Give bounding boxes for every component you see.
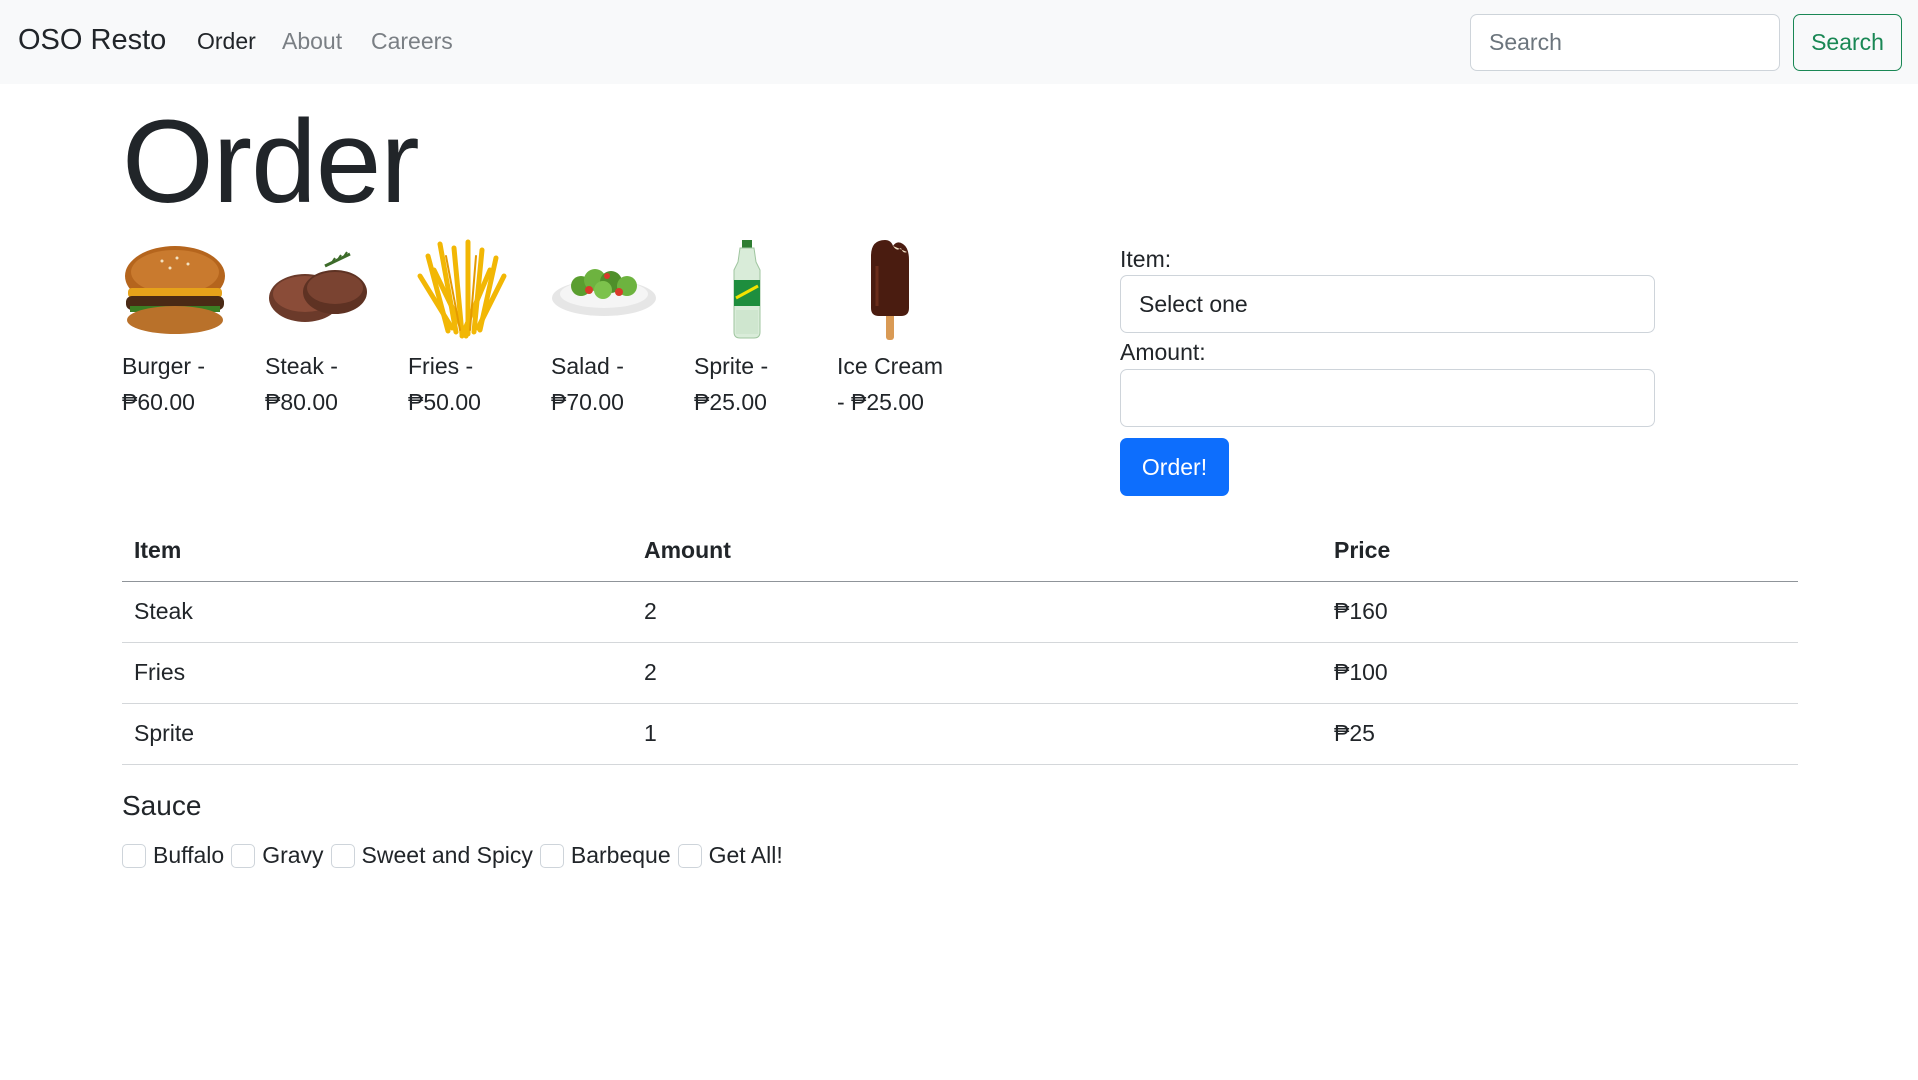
nav-link-order[interactable]: Order: [197, 28, 256, 55]
menu-item-burger: Burger - ₱60.00: [122, 236, 242, 420]
column-header-item: Item: [122, 520, 632, 582]
sauce-option-label: Sweet and Spicy: [361, 842, 533, 868]
column-header-price: Price: [1322, 520, 1798, 582]
menu-item-steak: Steak - ₱80.00: [265, 236, 385, 420]
cell-price: ₱100: [1322, 642, 1798, 704]
menu-item-price: ₱25.00: [694, 389, 767, 415]
sauce-heading: Sauce: [122, 790, 202, 821]
menu-item-price: ₱50.00: [408, 389, 481, 415]
sweet-and-spicy-checkbox[interactable]: [330, 843, 355, 868]
cell-item: Fries: [122, 642, 632, 704]
item-select[interactable]: Select one: [1120, 275, 1655, 333]
ice-cream-image: [871, 240, 909, 340]
table-header-row: Item Amount Price: [122, 520, 1798, 582]
table-row: Fries 2 ₱100: [122, 642, 1798, 704]
table-row: Sprite 1 ₱25: [122, 703, 1798, 765]
burger-image: [125, 246, 225, 334]
brand-logo[interactable]: OSO Resto: [18, 24, 166, 57]
cell-price: ₱25: [1322, 703, 1798, 765]
sauce-option-sweet-and-spicy: Sweet and Spicy: [330, 842, 533, 869]
sauce-option-gravy: Gravy: [231, 842, 324, 869]
menu-item-name: Sprite -: [694, 353, 769, 379]
sauce-option-label: Barbeque: [570, 842, 671, 868]
gravy-checkbox[interactable]: [231, 843, 256, 868]
steak-image: [269, 251, 367, 322]
order-button[interactable]: Order!: [1120, 438, 1229, 496]
amount-input[interactable]: [1120, 369, 1655, 427]
sauce-option-barbeque: Barbeque: [539, 842, 671, 869]
menu-item-name: Steak -: [265, 353, 338, 379]
item-label: Item:: [1120, 246, 1172, 272]
column-header-amount: Amount: [632, 520, 1322, 582]
buffalo-checkbox[interactable]: [122, 843, 146, 868]
sauce-option-label: Buffalo: [153, 842, 225, 868]
menu-item-name: Salad -: [551, 353, 624, 379]
salad-image: [552, 269, 656, 316]
navbar: OSO Resto Order About Careers Search: [0, 0, 1918, 84]
menu-item-fries: Fries - ₱50.00: [408, 236, 528, 420]
menu-item-price: - ₱25.00: [837, 389, 924, 415]
menu-item-sprite: Sprite - ₱25.00: [694, 236, 814, 420]
menu-item-price: ₱60.00: [122, 389, 195, 415]
cell-item: Steak: [122, 581, 632, 643]
amount-label: Amount:: [1120, 339, 1206, 365]
sauce-option-buffalo: Buffalo: [122, 842, 224, 869]
nav-link-careers[interactable]: Careers: [371, 28, 453, 55]
menu-item-salad: Salad - ₱70.00: [551, 236, 671, 420]
menu-item-ice-cream: Ice Cream - ₱25.00: [837, 236, 957, 420]
menu-item-name: Burger -: [122, 353, 206, 379]
nav-link-about[interactable]: About: [282, 28, 342, 55]
cell-item: Sprite: [122, 703, 632, 765]
search-input[interactable]: [1470, 14, 1780, 71]
cell-amount: 1: [632, 703, 1322, 765]
menu-item-price: ₱80.00: [265, 389, 338, 415]
order-table: Item Amount Price Steak 2 ₱160 Fries 2 ₱…: [122, 520, 1798, 765]
barbeque-checkbox[interactable]: [539, 843, 564, 868]
menu-item-price: ₱70.00: [551, 389, 624, 415]
table-row: Steak 2 ₱160: [122, 581, 1798, 643]
sauce-option-label: Gravy: [262, 842, 324, 868]
fries-image: [417, 239, 507, 339]
menu-item-name: Ice Cream: [837, 353, 944, 379]
sauce-option-label: Get All!: [708, 842, 783, 868]
cell-amount: 2: [632, 642, 1322, 704]
menu-item-name: Fries -: [408, 353, 474, 379]
sauce-options: Buffalo Gravy Sweet and Spicy Barbeque G…: [122, 842, 790, 869]
cell-price: ₱160: [1322, 581, 1798, 643]
sauce-option-get-all: Get All!: [677, 842, 783, 869]
cell-amount: 2: [632, 581, 1322, 643]
get-all-checkbox[interactable]: [677, 843, 702, 868]
sprite-bottle-image: [733, 240, 761, 339]
search-button[interactable]: Search: [1793, 14, 1902, 71]
page-title: Order: [122, 96, 420, 228]
